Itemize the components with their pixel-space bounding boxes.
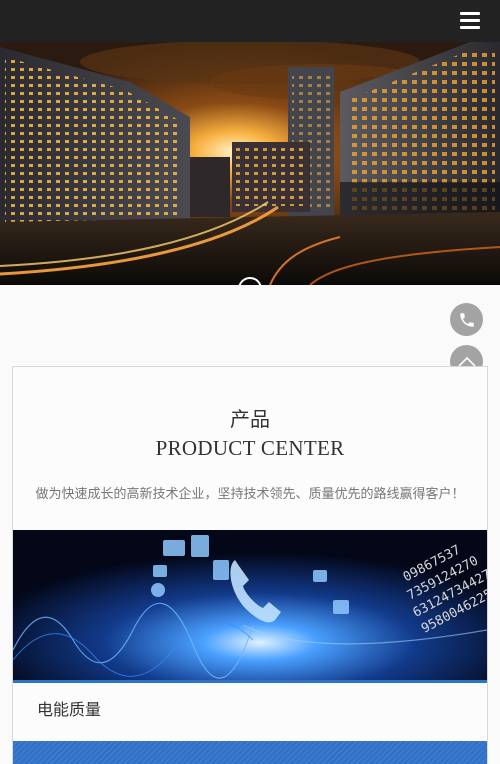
city-skyline-sunset-photo <box>0 42 500 285</box>
image-accent-bar <box>13 680 487 683</box>
hero-banner <box>0 42 500 285</box>
top-navigation-bar <box>0 0 500 42</box>
product-image[interactable]: 09867537 7359124270 631247344274 9580046… <box>13 530 487 680</box>
section-title: 产品 <box>230 407 270 431</box>
section-description: 做为快速成长的高新技术企业，坚持技术领先、质量优先的路线赢得客户！ <box>35 486 465 501</box>
phone-icon <box>459 312 474 327</box>
section-subtitle: PRODUCT CENTER <box>155 436 345 460</box>
blue-tech-telecom-photo: 09867537 7359124270 631247344274 9580046… <box>13 530 487 680</box>
product-title[interactable]: 电能质量 <box>37 696 101 720</box>
hamburger-menu-icon[interactable] <box>460 12 480 30</box>
next-product-item[interactable] <box>13 741 487 764</box>
phone-button[interactable] <box>450 303 483 336</box>
